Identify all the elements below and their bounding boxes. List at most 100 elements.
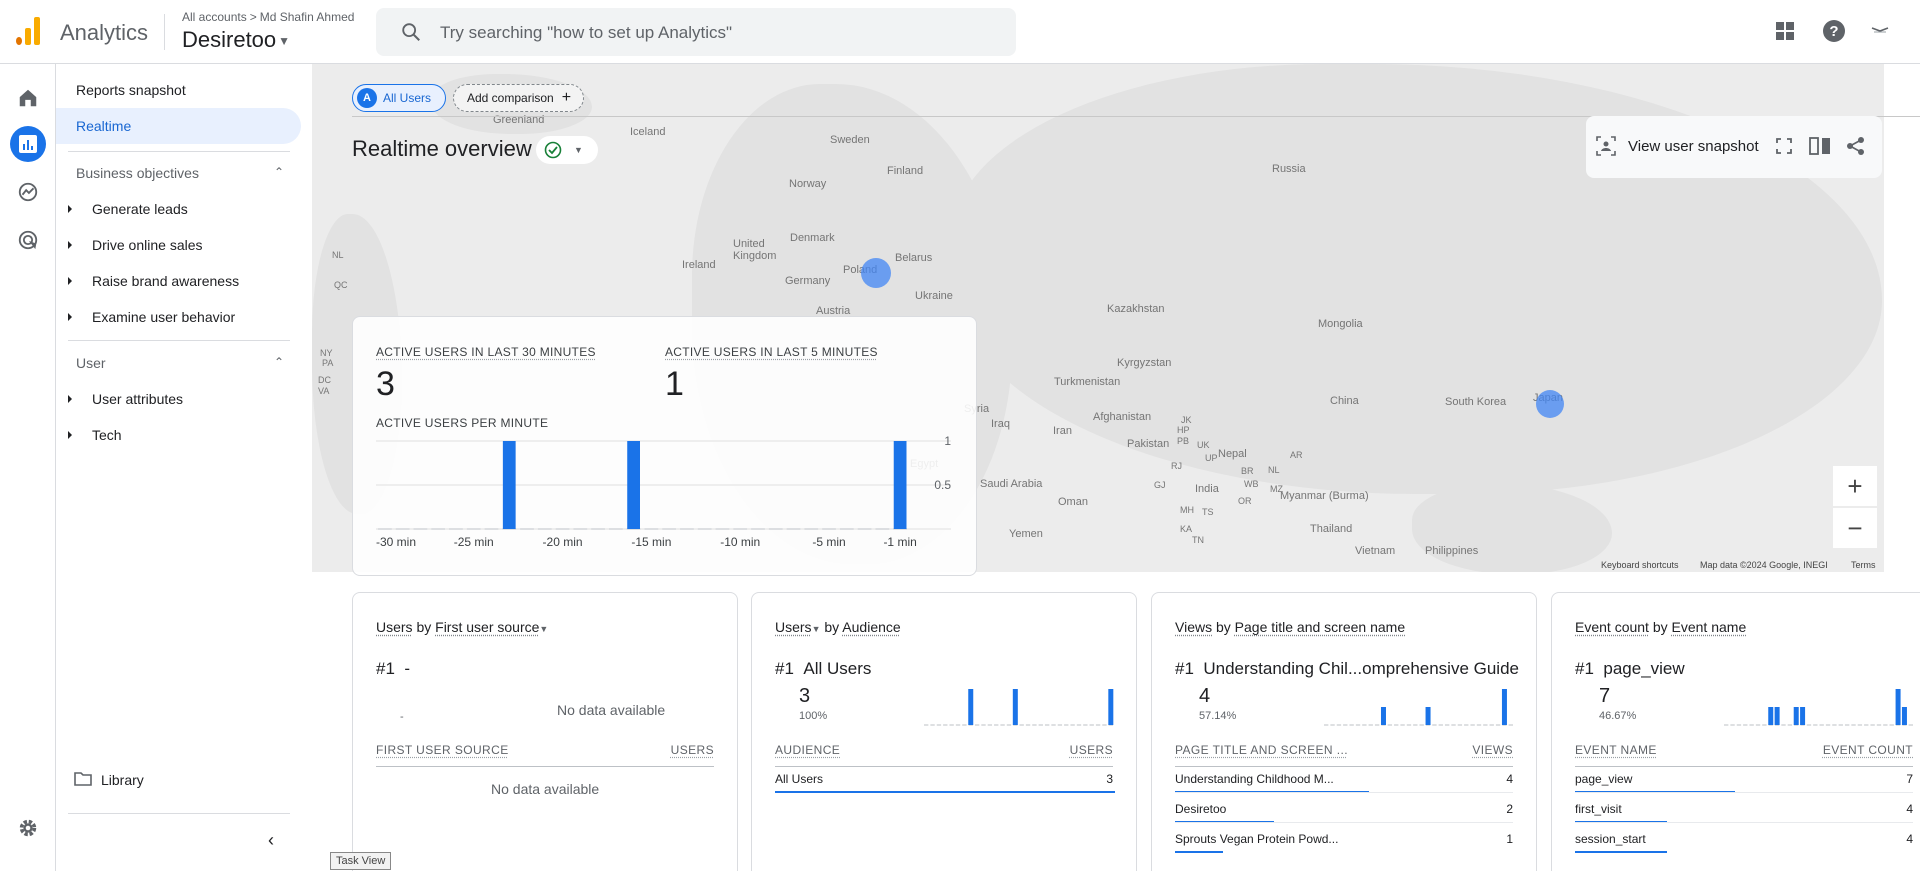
compare-columns-icon[interactable] [1809, 136, 1831, 156]
top-item: #1 - [376, 659, 410, 679]
card-page-title: Views by Page title and screen name #1 U… [1151, 592, 1537, 871]
nav-divider [68, 813, 290, 814]
user-snapshot-icon[interactable] [1596, 136, 1616, 156]
table-row-share-bar [1175, 851, 1223, 853]
table-row-label[interactable]: Understanding Childhood M... [1175, 772, 1334, 786]
map-country-label: Kazakhstan [1107, 303, 1164, 315]
user-location-dot[interactable] [1536, 390, 1564, 418]
property-selector[interactable]: Desiretoo ▼ [182, 27, 290, 53]
column-header-event-count[interactable]: EVENT COUNT [1823, 743, 1913, 757]
view-user-snapshot-button[interactable]: View user snapshot [1628, 138, 1759, 155]
sparkline-bar [1426, 707, 1431, 725]
map-region-label: KA [1180, 524, 1192, 534]
column-header-event-name[interactable]: EVENT NAME [1575, 743, 1657, 757]
zoom-in-button[interactable]: + [1833, 466, 1877, 506]
column-header-views[interactable]: VIEWS [1472, 743, 1513, 757]
home-button[interactable] [10, 80, 46, 116]
map-country-label: Sweden [830, 134, 870, 146]
table-row-share-bar [1575, 851, 1667, 853]
map-region-label: PA [322, 358, 333, 368]
map-region-label: MH [1180, 505, 1194, 515]
share-icon[interactable] [1846, 136, 1866, 156]
reports-icon [18, 134, 38, 154]
account-menu-icon[interactable] [1870, 22, 1890, 38]
nav-divider [68, 151, 290, 152]
collapse-nav-icon[interactable]: ‹ [268, 830, 274, 851]
table-row-label[interactable]: Desiretoo [1175, 802, 1226, 816]
chart-x-tick-label: -20 min [543, 535, 583, 549]
column-header-audience[interactable]: AUDIENCE [775, 743, 840, 757]
map-region-label: PB [1177, 436, 1189, 446]
table-row-label[interactable]: All Users [775, 772, 823, 786]
table-row-label[interactable]: Sprouts Vegan Protein Powd... [1175, 832, 1338, 846]
chart-x-tick-label: -1 min [883, 535, 916, 549]
column-header-first-user-source[interactable]: FIRST USER SOURCE [376, 743, 509, 757]
fullscreen-icon[interactable] [1776, 138, 1792, 154]
explore-button[interactable] [10, 174, 46, 210]
nav-section-user[interactable]: User [76, 355, 106, 371]
map-country-label: Iceland [630, 126, 665, 138]
breadcrumb[interactable]: All accounts > Md Shafin Ahmed [182, 10, 354, 24]
admin-button[interactable] [10, 810, 46, 846]
map-region-label: NY [320, 348, 333, 358]
map-country-label: China [1330, 395, 1359, 407]
page-title: Realtime overview [352, 136, 532, 162]
terms-link[interactable]: Terms [1851, 560, 1876, 570]
table-row-value: 4 [1906, 832, 1913, 846]
nav-realtime[interactable]: Realtime [56, 108, 301, 144]
expand-arrow-icon [68, 431, 72, 439]
add-comparison-button[interactable]: Add comparison + [453, 84, 584, 112]
breadcrumb-root[interactable]: All accounts [182, 10, 247, 24]
apps-grid-icon[interactable] [1774, 20, 1796, 42]
help-icon[interactable]: ? [1822, 19, 1846, 43]
svg-text:?: ? [1829, 23, 1838, 40]
table-row-divider [1575, 792, 1913, 793]
sparkline-chart [752, 593, 1138, 733]
advertising-button[interactable] [10, 222, 46, 258]
active-users-per-minute-chart[interactable]: 1 0.5 -30 min -25 min -20 min -15 min -10 min -… [353, 317, 978, 577]
map-country-label: Mongolia [1318, 318, 1363, 330]
map-region-label: HP [1177, 425, 1190, 435]
zoom-out-button[interactable]: − [1833, 508, 1877, 548]
map-country-label: Belarus [895, 252, 932, 264]
nav-section-business-objectives[interactable]: Business objectives [76, 165, 199, 181]
chevron-up-icon[interactable]: ⌃ [274, 355, 284, 369]
chevron-up-icon[interactable]: ⌃ [274, 165, 284, 179]
nav-reports-snapshot[interactable]: Reports snapshot [56, 72, 301, 108]
map-country-label: Thailand [1310, 523, 1352, 535]
plus-icon: + [562, 89, 571, 107]
chart-x-tick-label: -10 min [720, 535, 760, 549]
breadcrumb-account[interactable]: Md Shafin Ahmed [260, 10, 355, 24]
search-bar[interactable]: Try searching "how to set up Analytics" [376, 8, 1016, 56]
card-title: Users by First user source▼ [376, 619, 548, 635]
user-location-dot[interactable] [861, 258, 891, 288]
table-row-label[interactable]: first_visit [1575, 802, 1622, 816]
map-country-label: South Korea [1445, 396, 1506, 408]
advertising-icon [17, 229, 39, 251]
check-circle-icon [544, 141, 562, 159]
map-region-label: TS [1202, 507, 1214, 517]
column-header-users[interactable]: USERS [1070, 743, 1113, 757]
data-status-dropdown[interactable]: ▼ [536, 136, 598, 164]
keyboard-shortcuts-link[interactable]: Keyboard shortcuts [1601, 560, 1679, 570]
expand-arrow-icon [68, 313, 72, 321]
reports-button[interactable] [10, 126, 46, 162]
column-header-page-title[interactable]: PAGE TITLE AND SCREEN ... [1175, 743, 1348, 757]
table-row-share-bar [775, 791, 1115, 793]
all-users-chip[interactable]: A All Users [352, 84, 446, 112]
analytics-logo-icon[interactable] [16, 17, 40, 45]
map-country-label: Finland [887, 165, 923, 177]
table-row-label[interactable]: session_start [1575, 832, 1646, 846]
map-country-label: Denmark [790, 232, 835, 244]
metric-selector[interactable]: Users [376, 619, 413, 635]
table-row-label[interactable]: page_view [1575, 772, 1632, 786]
no-data-message: No data available [557, 702, 665, 718]
caret-down-icon[interactable]: ▼ [539, 624, 548, 634]
dimension-selector[interactable]: First user source [435, 619, 539, 635]
sparkline-bar [1768, 707, 1773, 725]
chart-y-tick-label: 1 [944, 434, 951, 448]
table-row-value: 4 [1906, 802, 1913, 816]
column-header-users[interactable]: USERS [671, 743, 714, 757]
explore-icon [17, 181, 39, 203]
empty-value: - [400, 711, 404, 723]
